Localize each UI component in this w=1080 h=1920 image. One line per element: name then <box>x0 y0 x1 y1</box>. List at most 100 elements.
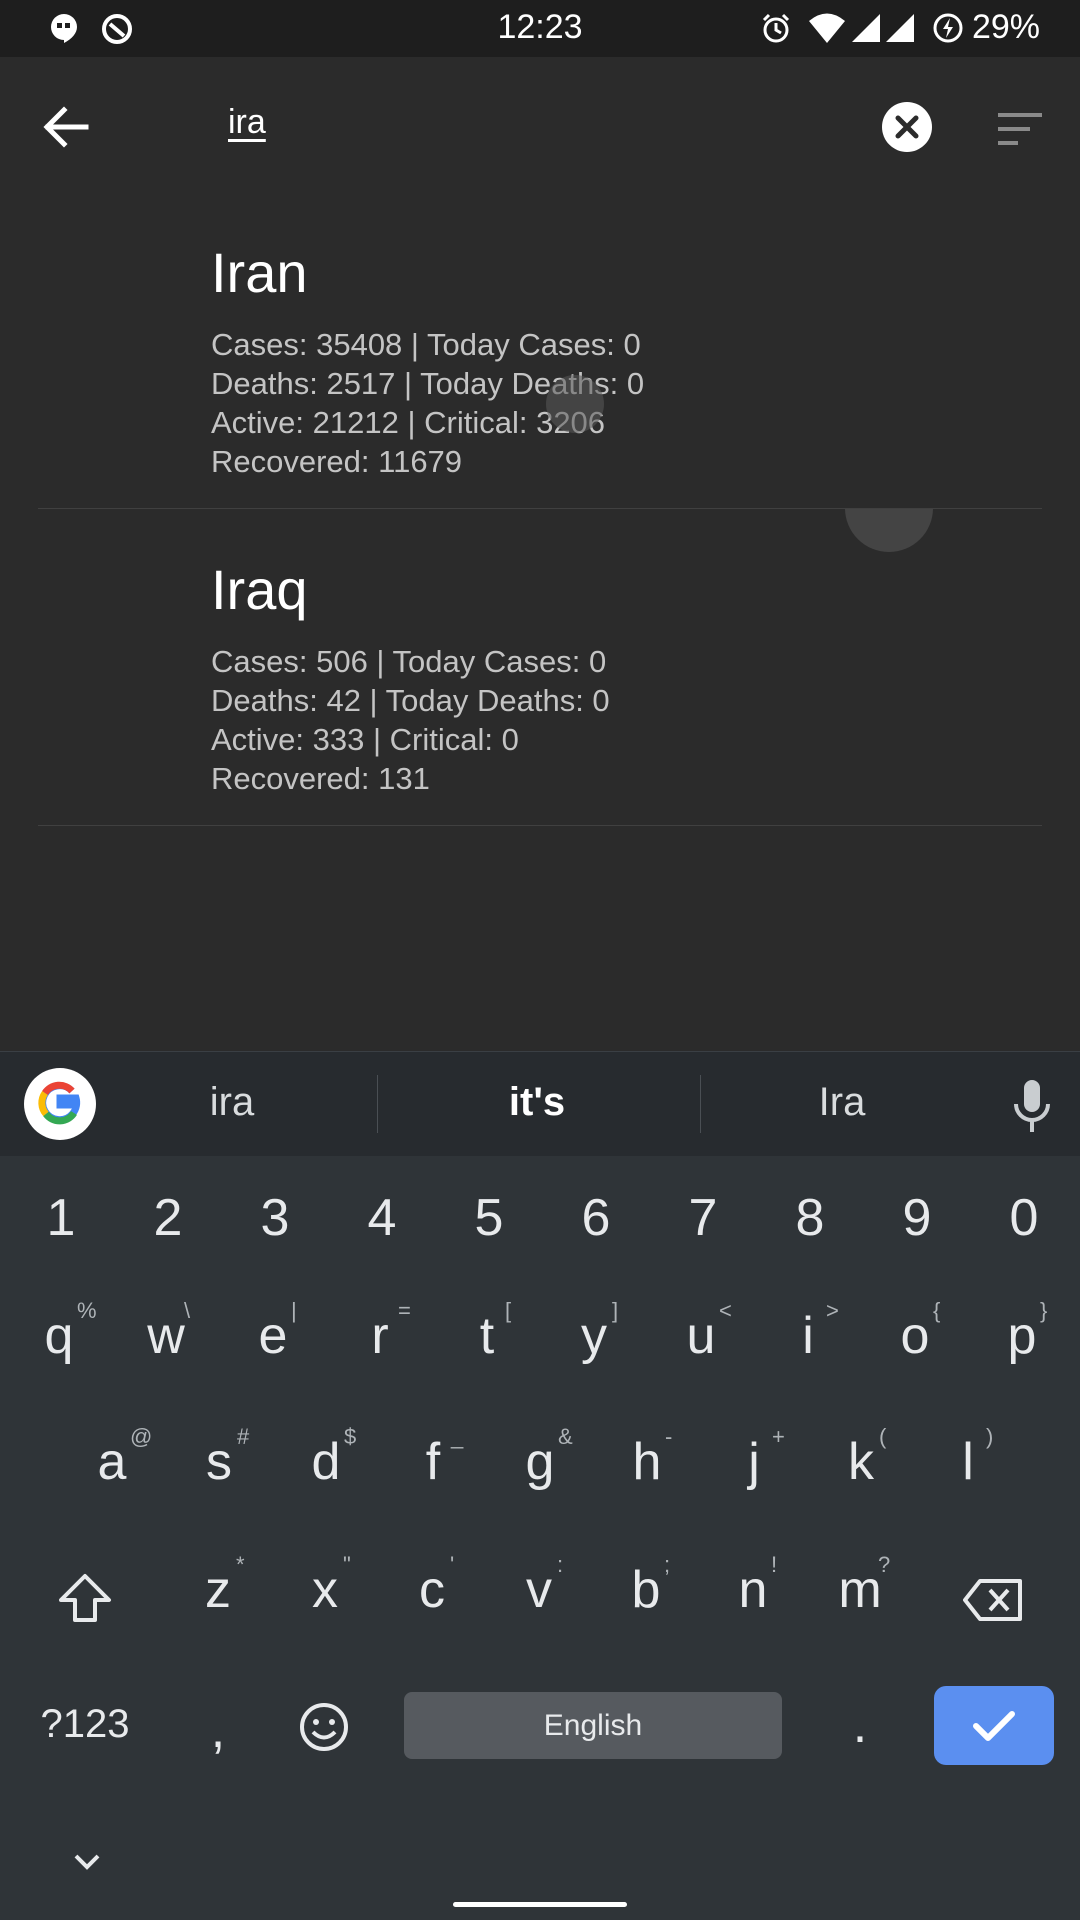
letter-key[interactable]: b; <box>606 1552 686 1620</box>
touch-ripple <box>546 375 604 433</box>
number-key[interactable]: 7 <box>663 1188 743 1248</box>
shift-icon[interactable] <box>57 1572 113 1624</box>
suggestion-2[interactable]: it's <box>387 1080 687 1125</box>
letter-key[interactable]: q% <box>19 1298 99 1366</box>
chevron-down-icon[interactable] <box>72 1852 102 1872</box>
letter-key[interactable]: m? <box>820 1552 900 1620</box>
space-key[interactable]: English <box>404 1692 782 1759</box>
symbols-key[interactable]: ?123 <box>30 1702 140 1747</box>
letter-key-label: q <box>44 1307 74 1365</box>
letter-key[interactable]: z * <box>178 1552 258 1620</box>
key-hint: ( <box>879 1424 887 1449</box>
back-arrow-icon[interactable] <box>36 97 96 157</box>
battery-percentage: 29% <box>971 8 1040 46</box>
letter-key[interactable]: a @ <box>72 1424 153 1492</box>
number-key-label: 3 <box>260 1189 290 1247</box>
microphone-icon[interactable] <box>1010 1078 1054 1134</box>
number-key[interactable]: 5 <box>449 1188 529 1248</box>
number-key[interactable]: 0 <box>984 1188 1064 1248</box>
number-key[interactable]: 8 <box>770 1188 850 1248</box>
letter-key-label: o <box>900 1307 930 1365</box>
signal-icon-1 <box>852 14 880 42</box>
letter-key[interactable]: p} <box>982 1298 1062 1366</box>
letter-key[interactable]: j + <box>714 1424 794 1492</box>
clock: 12:23 <box>497 8 583 46</box>
letter-key-label: v <box>526 1561 552 1619</box>
number-key[interactable]: 6 <box>556 1188 636 1248</box>
number-key-label: 4 <box>367 1189 397 1247</box>
signal-icon-2 <box>886 14 914 42</box>
comma-key[interactable]: , <box>198 1700 238 1760</box>
clear-search-button[interactable] <box>882 102 932 152</box>
number-key[interactable]: 1 <box>21 1188 101 1248</box>
letter-key[interactable]: l) <box>928 1424 1008 1492</box>
letter-key[interactable]: n! <box>713 1552 793 1620</box>
letter-key[interactable]: g & <box>500 1424 580 1492</box>
letter-key[interactable]: k( <box>821 1424 901 1492</box>
wifi-icon <box>809 13 845 43</box>
key-hint: [ <box>505 1298 512 1323</box>
search-input[interactable]: ira <box>228 103 266 142</box>
letter-key-label: g <box>525 1433 555 1491</box>
key-hint: + <box>772 1424 785 1449</box>
suggestion-3[interactable]: Ira <box>692 1080 992 1125</box>
emoji-icon[interactable] <box>298 1701 350 1753</box>
letter-key-label: e <box>258 1307 288 1365</box>
list-item[interactable]: Iraq Cases: 506 | Today Cases: 0 Deaths:… <box>38 509 1042 826</box>
letter-key-label: y <box>581 1307 607 1365</box>
letter-key-label: r <box>371 1307 389 1365</box>
number-key-label: 9 <box>902 1189 932 1247</box>
key-hint: : <box>557 1552 564 1577</box>
number-key-label: 5 <box>474 1189 504 1247</box>
gesture-nav-bar[interactable] <box>453 1902 627 1907</box>
key-hint: ] <box>612 1298 619 1323</box>
list-item[interactable]: Iran Cases: 35408 | Today Cases: 0 Death… <box>38 192 1042 509</box>
letter-key[interactable]: e | <box>233 1298 313 1366</box>
letter-key[interactable]: y] <box>554 1298 634 1366</box>
backspace-icon[interactable] <box>962 1578 1024 1622</box>
key-hint: } <box>1040 1298 1048 1323</box>
number-key[interactable]: 4 <box>342 1188 422 1248</box>
letter-key[interactable]: o{ <box>875 1298 955 1366</box>
alarm-icon <box>762 13 790 43</box>
letter-key-label: w <box>147 1307 185 1365</box>
number-key-label: 1 <box>46 1189 76 1247</box>
number-key-label: 7 <box>688 1189 718 1247</box>
number-key[interactable]: 9 <box>877 1188 957 1248</box>
letter-key[interactable]: s # <box>179 1424 259 1492</box>
sort-icon[interactable] <box>996 109 1046 149</box>
letter-key-label: f <box>425 1433 441 1491</box>
key-hint: ' <box>450 1552 455 1577</box>
key-hint: % <box>77 1298 97 1323</box>
letter-key[interactable]: v: <box>499 1552 579 1620</box>
letter-key[interactable]: x " <box>285 1552 365 1620</box>
letter-key[interactable]: i > <box>768 1298 848 1366</box>
letter-key-label: c <box>419 1561 445 1619</box>
letter-key[interactable]: r = <box>340 1298 420 1366</box>
letter-key[interactable]: h- <box>607 1424 687 1492</box>
letter-key-label: l <box>962 1433 974 1491</box>
country-name: Iran <box>211 241 308 304</box>
suggestion-1[interactable]: ira <box>82 1080 382 1125</box>
period-key[interactable]: . <box>840 1695 880 1755</box>
enter-key[interactable] <box>934 1686 1054 1765</box>
letter-key[interactable]: f _ <box>393 1424 473 1492</box>
letter-key[interactable]: t[ <box>447 1298 527 1366</box>
stats-line-recovered: Recovered: 131 <box>211 761 430 796</box>
number-key[interactable]: 2 <box>128 1188 208 1248</box>
number-key-label: 2 <box>153 1189 183 1247</box>
letter-key[interactable]: c ' <box>392 1552 472 1620</box>
key-hint: ? <box>878 1552 891 1577</box>
key-hint: ) <box>986 1424 994 1449</box>
letter-key[interactable]: d $ <box>286 1424 366 1492</box>
key-hint: | <box>291 1298 297 1323</box>
letter-key-label: s <box>206 1433 232 1491</box>
stats-line-cases: Cases: 506 | Today Cases: 0 <box>211 644 607 679</box>
stats-line-deaths: Deaths: 42 | Today Deaths: 0 <box>211 683 610 718</box>
letter-key[interactable]: w \ <box>126 1298 206 1366</box>
number-key[interactable]: 3 <box>235 1188 315 1248</box>
letter-key[interactable]: u < <box>661 1298 741 1366</box>
stats-line-recovered: Recovered: 11679 <box>211 444 463 479</box>
key-hint: * <box>236 1552 245 1577</box>
letter-key-label: b <box>631 1561 661 1619</box>
